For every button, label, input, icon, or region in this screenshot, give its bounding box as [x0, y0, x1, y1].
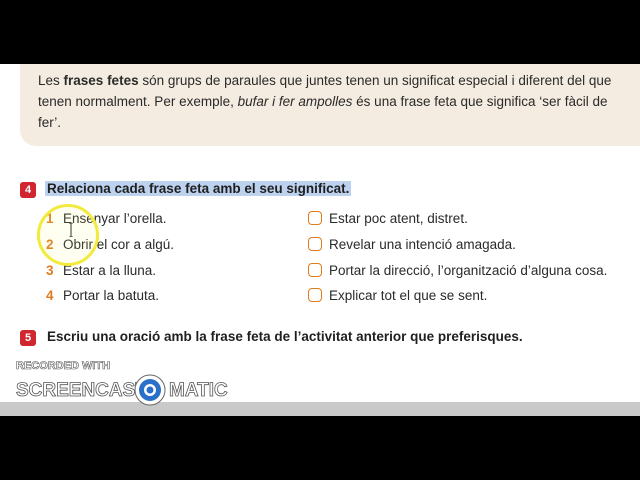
meaning-text: Portar la direcció, l’organització d’alg…	[329, 263, 608, 278]
info-example: bufar i fer ampolles	[237, 94, 353, 109]
watermark-brand-right: MATIC	[169, 380, 228, 401]
exercise-4-badge: 4	[20, 182, 36, 198]
empty-checkbox-icon[interactable]	[308, 288, 322, 302]
meaning-row: Portar la direcció, l’organització d’alg…	[308, 263, 607, 283]
screencast-o-matic-logo-icon: RECORDED WITH SCREENCAST MATIC	[16, 360, 228, 406]
phrase-text: Portar la batuta.	[63, 288, 160, 303]
exercise-5-badge: 5	[20, 330, 36, 346]
document-page: Les frases fetes són grups de paraules q…	[0, 64, 640, 402]
watermark-brand-left: SCREENCAST	[16, 380, 147, 401]
meaning-text: Revelar una intenció amagada.	[329, 237, 516, 252]
meaning-row: Explicar tot el que se sent.	[308, 288, 487, 308]
phrase-row: 3 Estar a la lluna.	[46, 263, 156, 283]
exercise-4-instruction: Relaciona cada frase feta amb el seu sig…	[45, 181, 352, 196]
exercise-5-instruction: Escriu una oració amb la frase feta de l…	[47, 329, 523, 344]
meaning-text: Explicar tot el que se sent.	[329, 288, 488, 303]
meaning-text: Estar poc atent, distret.	[329, 211, 468, 226]
meaning-row: Revelar una intenció amagada.	[308, 237, 516, 257]
phrase-number: 4	[46, 288, 54, 303]
info-text: Les frases fetes són grups de paraules q…	[38, 70, 618, 133]
highlighted-selection[interactable]: Relaciona cada frase feta amb el seu sig…	[45, 181, 352, 196]
empty-checkbox-icon[interactable]	[308, 237, 322, 251]
watermark-recorded-with: RECORDED WITH	[16, 360, 110, 372]
text-cursor-icon	[69, 223, 73, 237]
empty-checkbox-icon[interactable]	[308, 211, 322, 225]
meaning-row: Estar poc atent, distret.	[308, 211, 468, 231]
phrase-text: Estar a la lluna.	[63, 263, 157, 278]
info-term: frases fetes	[63, 73, 139, 88]
phrase-row: 4 Portar la batuta.	[46, 288, 159, 308]
empty-checkbox-icon[interactable]	[308, 263, 322, 277]
info-text-part: Les	[38, 73, 64, 88]
